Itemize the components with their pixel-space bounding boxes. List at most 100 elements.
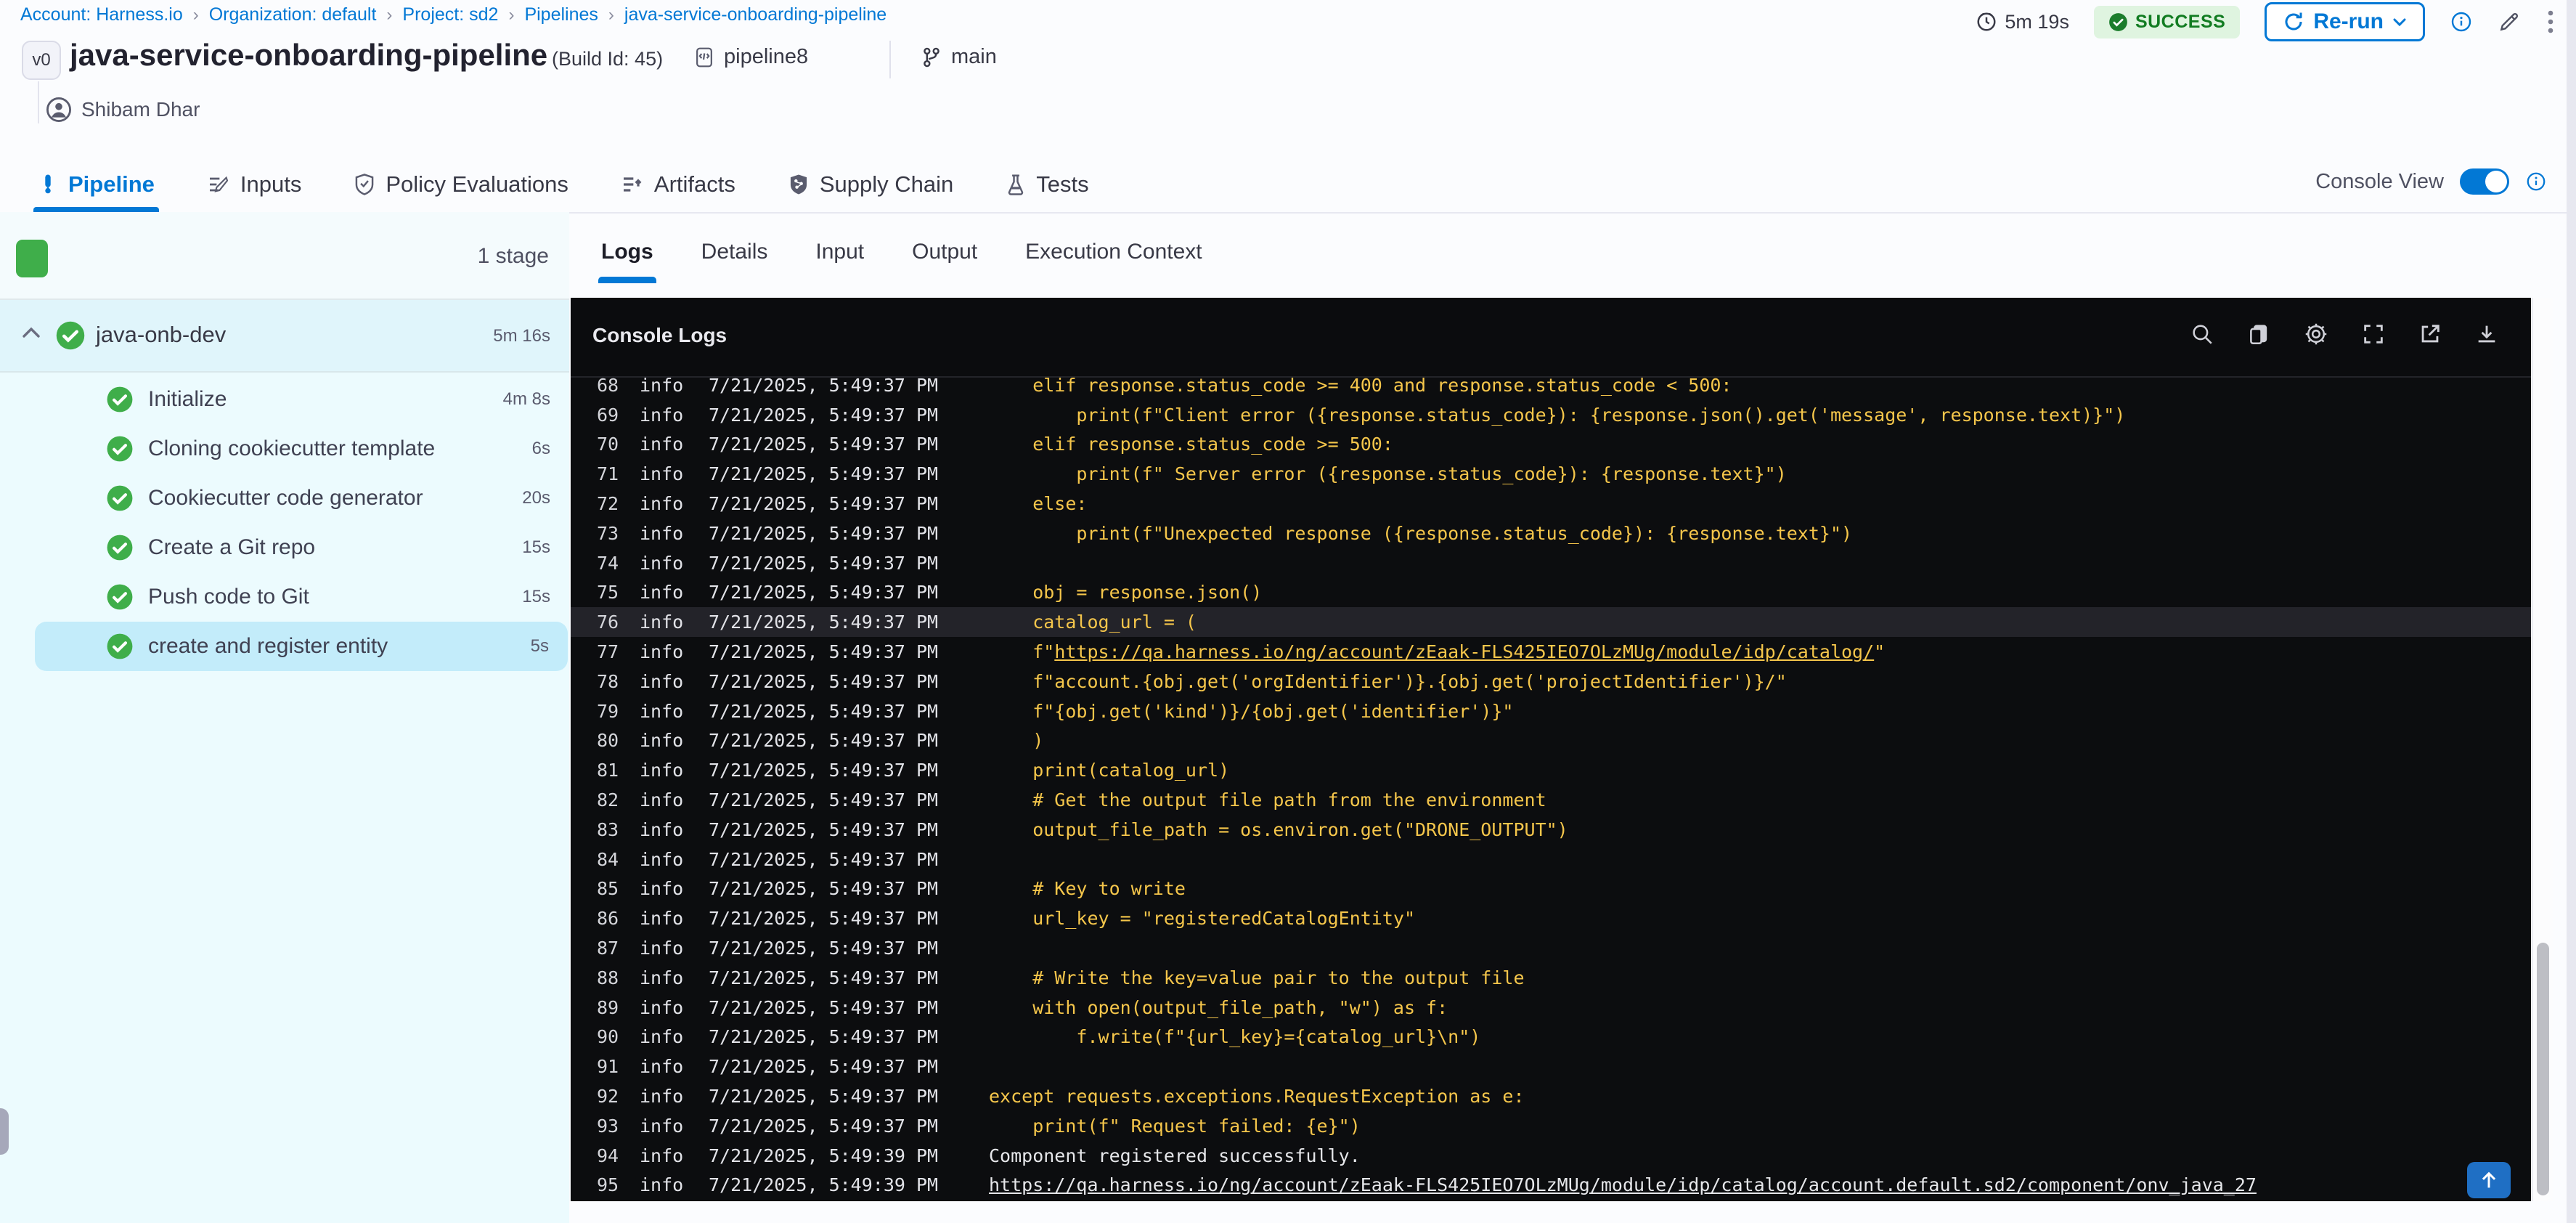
log-message: print(catalog_url) — [989, 760, 1230, 781]
log-line-78: 78 info 7/21/2025, 5:49:37 PM f"account.{o… — [571, 667, 2531, 696]
log-timestamp: 7/21/2025, 5:49:37 PM — [709, 1086, 939, 1108]
tab-logs[interactable]: Logs — [598, 240, 656, 283]
sidebar-stage-java-onb-dev[interactable]: java-onb-dev 5m 16s — [0, 300, 569, 373]
log-level: info — [640, 522, 684, 544]
log-level: info — [640, 1026, 684, 1048]
sidebar-step-cloning-cookiecutter-template[interactable]: Cloning cookiecutter template 6s — [0, 424, 569, 474]
log-message: f"https://qa.harness.io/ng/account/zEaak… — [989, 641, 1886, 663]
log-line-75: 75 info 7/21/2025, 5:49:37 PM obj = respon… — [571, 578, 2531, 608]
log-link[interactable]: https://qa.harness.io/ng/account/zEaak-F… — [989, 1174, 2257, 1195]
status-badge: SUCCESS — [2093, 5, 2241, 38]
console-view-control: Console View — [2315, 168, 2547, 195]
external-link-icon[interactable] — [2418, 322, 2442, 346]
log-line-84: 84 info 7/21/2025, 5:49:37 PM — [571, 845, 2531, 874]
info-icon[interactable] — [2525, 171, 2547, 192]
log-line-73: 73 info 7/21/2025, 5:49:37 PM print(f"Unex… — [571, 519, 2531, 548]
tab-execution-context[interactable]: Execution Context — [1025, 240, 1202, 283]
log-line-number: 95 — [597, 1174, 619, 1196]
log-line-76: 76 info 7/21/2025, 5:49:37 PM catalog_url … — [571, 607, 2531, 638]
gear-icon[interactable] — [2303, 321, 2329, 347]
success-check-icon — [107, 436, 133, 462]
log-line-number: 70 — [597, 434, 619, 455]
sidebar-step-create-and-register-entity[interactable]: create and register entity 5s — [35, 622, 568, 671]
log-message: print(f"Client error ({response.status_c… — [989, 404, 2126, 426]
console-log-viewport[interactable]: 68 info 7/21/2025, 5:49:37 PM elif respons… — [571, 378, 2531, 1201]
drawer-handle[interactable] — [0, 1108, 9, 1155]
log-line-number: 72 — [597, 493, 619, 515]
stage-graph-header: 1 stage — [0, 212, 569, 300]
success-check-icon — [107, 485, 133, 511]
step-detail-tab-bar: Logs Details Input Output Execution Cont… — [598, 240, 1202, 283]
log-line-86: 86 info 7/21/2025, 5:49:37 PM url_key = "r… — [571, 903, 2531, 933]
log-message: elif response.status_code >= 400 and res… — [989, 378, 1732, 396]
chevron-down-icon — [2392, 17, 2407, 27]
breadcrumb-project[interactable]: Project: sd2 — [402, 4, 498, 25]
tab-pipeline[interactable]: Pipeline — [33, 158, 159, 212]
steps-list: Initialize 4m 8s Cloning cookiecutter temp… — [0, 375, 569, 671]
log-line-number: 75 — [597, 582, 619, 604]
breadcrumb-separator: › — [608, 4, 614, 25]
sidebar-step-push-code-to-git[interactable]: Push code to Git 15s — [0, 572, 569, 622]
log-line-number: 73 — [597, 522, 619, 544]
console-scrollbar-thumb[interactable] — [2537, 943, 2549, 1195]
step-duration: 6s — [531, 439, 550, 458]
log-timestamp: 7/21/2025, 5:49:37 PM — [709, 1056, 939, 1078]
log-level: info — [640, 789, 684, 811]
copy-icon[interactable] — [2246, 322, 2271, 346]
breadcrumb-separator: › — [508, 4, 515, 25]
breadcrumb-pipeline-name[interactable]: java-service-onboarding-pipeline — [624, 4, 886, 25]
edit-pencil-icon[interactable] — [2498, 10, 2521, 33]
log-message: print(f" Request failed: {e}") — [989, 1115, 1361, 1137]
search-icon[interactable] — [2190, 322, 2214, 346]
log-level: info — [640, 612, 684, 633]
rerun-button[interactable]: Re-run — [2265, 2, 2425, 41]
download-icon[interactable] — [2474, 322, 2499, 346]
tab-output[interactable]: Output — [912, 240, 977, 283]
tab-artifacts[interactable]: Artifacts — [621, 158, 735, 211]
stage-graph-thumbnail[interactable] — [16, 240, 48, 277]
log-line-88: 88 info 7/21/2025, 5:49:37 PM # Write the … — [571, 963, 2531, 993]
log-line-92: 92 info 7/21/2025, 5:49:37 PM except reques… — [571, 1081, 2531, 1111]
log-line-95: 95 info 7/21/2025, 5:49:39 PM https://qa.ha… — [571, 1171, 2531, 1200]
log-message: with open(output_file_path, "w") as f: — [989, 996, 1448, 1018]
log-message: print(f" Server error ({response.status_… — [989, 463, 1787, 485]
info-icon[interactable] — [2450, 10, 2473, 33]
avatar — [46, 97, 71, 122]
log-timestamp: 7/21/2025, 5:49:37 PM — [709, 378, 939, 396]
tab-input[interactable]: Input — [815, 240, 864, 283]
log-link[interactable]: https://qa.harness.io/ng/account/zEaak-F… — [1054, 641, 1874, 662]
breadcrumb-organization[interactable]: Organization: default — [209, 4, 377, 25]
fullscreen-icon[interactable] — [2361, 322, 2386, 346]
log-message: # Key to write — [989, 878, 1186, 900]
sidebar-step-cookiecutter-code-generator[interactable]: Cookiecutter code generator 20s — [0, 474, 569, 523]
console-logs-title: Console Logs — [592, 324, 727, 346]
more-menu-kebab-icon[interactable] — [2546, 9, 2556, 35]
log-level: info — [640, 463, 684, 485]
console-view-toggle[interactable] — [2460, 168, 2509, 195]
breadcrumb-account[interactable]: Account: Harness.io — [20, 4, 183, 25]
log-line-number: 85 — [597, 878, 619, 900]
log-timestamp: 7/21/2025, 5:49:37 PM — [709, 493, 939, 515]
tab-supply-chain[interactable]: Supply Chain — [788, 158, 953, 211]
log-line-94: 94 info 7/21/2025, 5:49:39 PM Component reg… — [571, 1141, 2531, 1171]
chevron-up-icon[interactable] — [20, 325, 42, 341]
tab-details[interactable]: Details — [701, 240, 768, 283]
sidebar-step-create-a-git-repo[interactable]: Create a Git repo 15s — [0, 523, 569, 572]
log-message: f.write(f"{url_key}={catalog_url}\n") — [989, 1026, 1481, 1048]
log-timestamp: 7/21/2025, 5:49:37 PM — [709, 434, 939, 455]
console-scrollbar[interactable] — [2532, 298, 2553, 1201]
tab-tests[interactable]: Tests — [1006, 158, 1089, 211]
scroll-to-top-button[interactable] — [2467, 1162, 2511, 1198]
log-line-81: 81 info 7/21/2025, 5:49:37 PM print(catalo… — [571, 755, 2531, 785]
sidebar-step-initialize[interactable]: Initialize 4m 8s — [0, 375, 569, 424]
build-id-label: (Build Id: 45) — [552, 48, 664, 70]
log-message: f"account.{obj.get('orgIdentifier')}.{ob… — [989, 670, 1787, 692]
breadcrumb-pipelines[interactable]: Pipelines — [524, 4, 598, 25]
log-level: info — [640, 493, 684, 515]
success-check-icon — [107, 386, 133, 413]
page-scrollbar[interactable] — [2567, 0, 2576, 1223]
tab-policy-evaluations[interactable]: Policy Evaluations — [354, 158, 568, 211]
step-label: create and register entity — [148, 634, 388, 658]
author-name: Shibam Dhar — [81, 98, 200, 121]
tab-inputs[interactable]: Inputs — [207, 158, 301, 211]
